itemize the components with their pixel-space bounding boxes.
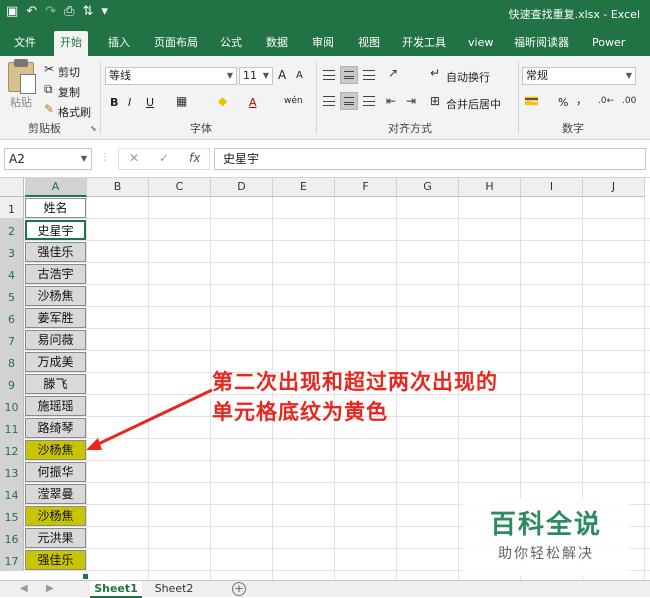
scroll-right-icon[interactable]: ▶	[46, 583, 54, 594]
wrap-text-button[interactable]: 自动换行	[446, 69, 490, 85]
enter-icon[interactable]: ✓	[159, 151, 169, 165]
customize-icon[interactable]: ▾	[101, 4, 108, 19]
format-painter-icon: ✎	[44, 102, 55, 116]
chevron-down-icon: ▼	[80, 154, 87, 163]
cut-icon: ✂	[44, 62, 55, 76]
align-right-button[interactable]	[360, 92, 378, 110]
bold-button[interactable]: B	[110, 96, 118, 109]
chevron-down-icon: ▼	[226, 71, 233, 80]
align-left-button[interactable]	[320, 92, 338, 110]
sheet-tab-bar: ◀ ▶ Sheet1 Sheet2 +	[0, 580, 650, 598]
tab-view[interactable]: 视图	[352, 33, 386, 56]
merge-icon: ⊞	[430, 94, 441, 108]
tab-view-en[interactable]: view	[462, 33, 499, 56]
insert-function-icon[interactable]: fx	[189, 151, 200, 165]
annotation-line-2: 单元格底纹为黄色	[212, 400, 388, 424]
alignment-group-label: 对齐方式	[388, 122, 432, 135]
font-name-value: 等线	[109, 69, 131, 82]
watermark-logo: 百科全说 助你轻松解决	[462, 498, 630, 576]
align-middle-button[interactable]	[340, 66, 358, 84]
decrease-indent-icon[interactable]: ⇤	[386, 94, 396, 108]
print-preview-icon[interactable]: ⎙	[64, 4, 74, 19]
name-box-value: A2	[9, 152, 25, 166]
ribbon-separator	[100, 62, 101, 134]
font-size-dropdown[interactable]: 11 ▼	[239, 67, 273, 85]
font-name-dropdown[interactable]: 等线 ▼	[105, 67, 237, 85]
borders-icon[interactable]: ▦	[176, 94, 187, 108]
clipboard-group-label: 剪贴板	[28, 122, 61, 135]
number-format-value: 常规	[526, 69, 548, 82]
tab-review[interactable]: 审阅	[306, 33, 340, 56]
add-sheet-button[interactable]: +	[232, 582, 246, 596]
number-group-label: 数字	[562, 122, 584, 135]
wrap-text-icon: ↵	[430, 66, 441, 80]
phonetic-button[interactable]: wén	[284, 96, 303, 106]
increase-indent-icon[interactable]: ⇥	[406, 94, 416, 108]
ribbon-separator	[316, 62, 317, 134]
sheet-tab-sheet1[interactable]: Sheet1	[90, 581, 142, 598]
ribbon: 粘贴 ✂ 剪切 ⧉ 复制 ✎ 格式刷 剪贴板 ⬊ 等线 ▼ 11 ▼ A A B…	[0, 56, 650, 140]
paste-label[interactable]: 粘贴	[10, 94, 32, 110]
cancel-icon[interactable]: ✕	[129, 151, 139, 165]
percent-button[interactable]: %	[558, 96, 568, 109]
tab-developer[interactable]: 开发工具	[396, 33, 452, 56]
align-top-button[interactable]	[320, 66, 338, 84]
fill-color-icon[interactable]: ◆	[218, 94, 227, 108]
grow-font-button[interactable]: A	[278, 68, 286, 82]
increase-decimal-icon[interactable]: .0←	[598, 96, 614, 106]
tab-file[interactable]: 文件	[8, 33, 42, 56]
formula-bar: A2 ▼ ⋮ ✕ ✓ fx 史星宇	[0, 140, 650, 178]
save-icon[interactable]: ▣	[6, 4, 18, 19]
formula-buttons: ✕ ✓ fx	[118, 148, 210, 170]
decrease-decimal-icon[interactable]: .00	[622, 96, 636, 106]
font-color-button[interactable]: A	[249, 96, 257, 109]
tab-page-layout[interactable]: 页面布局	[148, 33, 204, 56]
watermark-subtitle: 助你轻松解决	[498, 546, 594, 562]
title-bar: ▣ ↶ ↷ ⎙ ⇅ ▾ 快速查找重复.xlsx - Excel	[0, 0, 650, 28]
format-painter-button[interactable]: 格式刷	[58, 104, 91, 120]
shrink-font-button[interactable]: A	[296, 70, 303, 81]
clipboard-clip-icon	[14, 59, 28, 67]
cut-button[interactable]: 剪切	[58, 64, 80, 80]
sort-icon[interactable]: ⇅	[83, 4, 94, 19]
formula-input[interactable]: 史星宇	[214, 148, 646, 170]
copy-icon: ⧉	[44, 82, 53, 96]
quick-access-toolbar: ▣ ↶ ↷ ⎙ ⇅ ▾	[6, 4, 108, 19]
worksheet-grid[interactable]: ABCDEFGHIJ 1 2 3 4 5 6 7 8 9 10 11 12 13 14 15 16 17 姓名史…	[0, 178, 650, 580]
watermark-title: 百科全说	[489, 510, 602, 540]
tab-power-pivot[interactable]: Power Pivot	[586, 33, 650, 69]
sheet-tab-sheet2[interactable]: Sheet2	[148, 581, 200, 598]
font-size-value: 11	[243, 69, 257, 82]
more-icon: ⋮	[100, 152, 110, 163]
ribbon-separator	[518, 62, 519, 134]
merge-center-button[interactable]: 合并后居中	[446, 96, 501, 112]
font-group-label: 字体	[190, 122, 212, 135]
chevron-down-icon: ▼	[262, 71, 269, 80]
copy-button[interactable]: 复制	[58, 84, 80, 100]
number-format-dropdown[interactable]: 常规 ▼	[522, 67, 636, 85]
tab-data[interactable]: 数据	[260, 33, 294, 56]
tab-foxit-reader[interactable]: 福昕阅读器	[508, 33, 575, 56]
italic-button[interactable]: I	[128, 96, 131, 109]
underline-button[interactable]: U	[146, 96, 154, 109]
chevron-down-icon: ▼	[625, 71, 632, 80]
align-bottom-button[interactable]	[360, 66, 378, 84]
paste-sheet-icon	[20, 74, 36, 94]
dialog-launcher-icon[interactable]: ⬊	[90, 124, 97, 133]
window-title: 快速查找重复.xlsx - Excel	[508, 8, 640, 21]
currency-icon[interactable]: 💳	[524, 94, 539, 108]
tab-formulas[interactable]: 公式	[214, 33, 248, 56]
orientation-icon[interactable]: ↗	[388, 66, 398, 80]
scroll-left-icon[interactable]: ◀	[20, 583, 28, 594]
undo-icon[interactable]: ↶	[26, 4, 37, 19]
ribbon-tabs: 文件 开始 插入 页面布局 公式 数据 审阅 视图 开发工具 view 福昕阅读…	[0, 28, 650, 69]
align-center-button[interactable]	[340, 92, 358, 110]
tab-insert[interactable]: 插入	[102, 33, 136, 56]
name-box[interactable]: A2 ▼	[4, 148, 92, 170]
annotation-line-1: 第二次出现和超过两次出现的	[212, 370, 498, 394]
redo-icon[interactable]: ↷	[45, 4, 56, 19]
comma-button[interactable]: ，	[576, 92, 587, 108]
tab-home[interactable]: 开始	[54, 31, 88, 56]
